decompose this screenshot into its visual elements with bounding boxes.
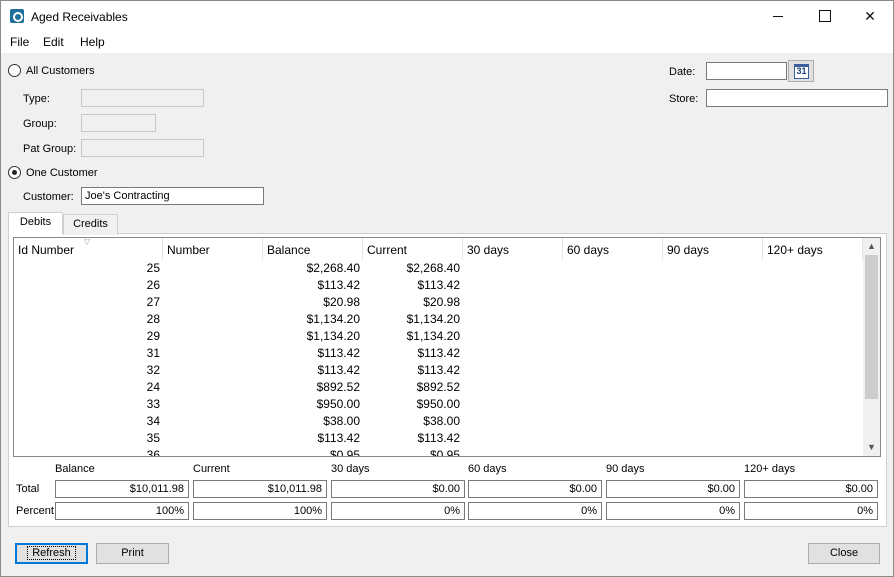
column-header-label: Id Number: [18, 243, 75, 257]
table-row[interactable]: 34 $38.00 $38.00: [14, 413, 863, 430]
table-row[interactable]: 29 $1,134.20 $1,134.20: [14, 328, 863, 345]
scroll-up-icon[interactable]: ▲: [863, 238, 880, 255]
total-30-days: $0.00: [331, 480, 465, 498]
table-row[interactable]: 33 $950.00 $950.00: [14, 396, 863, 413]
menu-file[interactable]: File: [10, 35, 29, 49]
table-cell: $113.42: [417, 431, 461, 445]
column-header-60-days[interactable]: 60 days: [563, 238, 663, 260]
table-row[interactable]: 27 $20.98 $20.98: [14, 294, 863, 311]
table-row[interactable]: 32 $113.42 $113.42: [14, 362, 863, 379]
window-title: Aged Receivables: [31, 10, 128, 24]
tab-debits[interactable]: Debits: [8, 212, 63, 234]
total-120-plus-days: $0.00: [744, 480, 878, 498]
grid-header: Id Number ▽ Number Balance Current 30 da…: [14, 238, 863, 260]
pat-group-field: [81, 139, 204, 157]
menu-help[interactable]: Help: [80, 35, 105, 49]
table-row[interactable]: 36 $0.95 $0.95: [14, 447, 863, 457]
store-field[interactable]: [706, 89, 888, 107]
refresh-button-label: Refresh: [27, 546, 76, 560]
column-header-90-days[interactable]: 90 days: [663, 238, 763, 260]
percent-90-days: 0%: [606, 502, 740, 520]
percent-balance: 100%: [55, 502, 189, 520]
group-label: Group:: [23, 118, 57, 130]
table-cell: $113.42: [417, 363, 461, 377]
summary-header-30-days: 30 days: [331, 463, 370, 475]
table-row[interactable]: 35 $113.42 $113.42: [14, 430, 863, 447]
app-icon: [10, 9, 24, 23]
scroll-thumb[interactable]: [865, 255, 878, 399]
table-cell: $950.00: [416, 397, 460, 411]
store-label: Store:: [669, 93, 699, 105]
tab-credits[interactable]: Credits: [63, 214, 118, 235]
percent-label: Percent: [16, 505, 54, 517]
summary-header-60-days: 60 days: [468, 463, 507, 475]
close-window-button[interactable]: ✕: [847, 1, 893, 31]
one-customer-label: One Customer: [26, 167, 98, 179]
table-cell: $892.52: [416, 380, 460, 394]
column-header-120-plus-days[interactable]: 120+ days: [763, 238, 863, 260]
debits-grid[interactable]: Id Number ▽ Number Balance Current 30 da…: [13, 237, 881, 457]
total-label: Total: [16, 483, 40, 495]
minimize-button[interactable]: [755, 1, 801, 31]
group-field: [81, 114, 156, 132]
table-cell: $0.95: [429, 448, 460, 457]
refresh-button[interactable]: Refresh: [15, 543, 88, 564]
scroll-down-icon[interactable]: ▼: [863, 439, 880, 456]
pat-group-label: Pat Group:: [23, 143, 77, 155]
total-current: $10,011.98: [193, 480, 327, 498]
table-cell: $113.42: [417, 278, 461, 292]
table-cell: $113.42: [417, 346, 461, 360]
one-customer-radio[interactable]: [8, 166, 21, 179]
menu-edit[interactable]: Edit: [43, 35, 64, 49]
column-header-current[interactable]: Current: [363, 238, 463, 260]
calendar-button[interactable]: 31: [788, 60, 814, 82]
total-90-days: $0.00: [606, 480, 740, 498]
table-row[interactable]: 26 $113.42 $113.42: [14, 277, 863, 294]
table-row[interactable]: 28 $1,134.20 $1,134.20: [14, 311, 863, 328]
table-row[interactable]: 31 $113.42 $113.42: [14, 345, 863, 362]
column-header-balance[interactable]: Balance: [263, 238, 363, 260]
table-row[interactable]: 24 $892.52 $892.52: [14, 379, 863, 396]
all-customers-radio[interactable]: [8, 64, 21, 77]
table-cell: $38.00: [423, 414, 460, 428]
table-cell: $1,134.20: [406, 312, 460, 326]
table-cell: $20.98: [423, 295, 460, 309]
table-cell: $2,268.40: [406, 261, 460, 275]
calendar-icon: 31: [794, 64, 809, 79]
summary-header-120-plus-days: 120+ days: [744, 463, 796, 475]
column-header-id-number[interactable]: Id Number ▽: [14, 238, 163, 260]
customer-field[interactable]: Joe's Contracting: [81, 187, 264, 205]
vertical-scrollbar[interactable]: ▲ ▼: [863, 238, 880, 456]
menu-bar: File Edit Help: [1, 31, 893, 53]
percent-60-days: 0%: [468, 502, 602, 520]
maximize-button[interactable]: [801, 1, 847, 31]
close-button[interactable]: Close: [808, 543, 880, 564]
total-balance: $10,011.98: [55, 480, 189, 498]
total-60-days: $0.00: [468, 480, 602, 498]
summary-header-current: Current: [193, 463, 230, 475]
table-cell: $1,134.20: [406, 329, 460, 343]
customer-label: Customer:: [23, 191, 74, 203]
print-button[interactable]: Print: [96, 543, 169, 564]
all-customers-label: All Customers: [26, 65, 95, 77]
column-header-number[interactable]: Number: [163, 238, 263, 260]
date-label: Date:: [669, 66, 696, 78]
type-field: [81, 89, 204, 107]
title-bar: Aged Receivables ✕: [1, 1, 893, 31]
table-row[interactable]: 25 $2,268.40 $2,268.40: [14, 260, 863, 277]
percent-30-days: 0%: [331, 502, 465, 520]
sort-arrow-icon: ▽: [84, 237, 91, 246]
percent-current: 100%: [193, 502, 327, 520]
type-label: Type:: [23, 93, 50, 105]
percent-120-plus-days: 0%: [744, 502, 878, 520]
summary-header-90-days: 90 days: [606, 463, 645, 475]
summary-header-balance: Balance: [55, 463, 95, 475]
aged-receivables-window: Aged Receivables ✕ File Edit Help All Cu…: [0, 0, 894, 577]
column-header-30-days[interactable]: 30 days: [463, 238, 563, 260]
date-field[interactable]: [706, 62, 787, 80]
